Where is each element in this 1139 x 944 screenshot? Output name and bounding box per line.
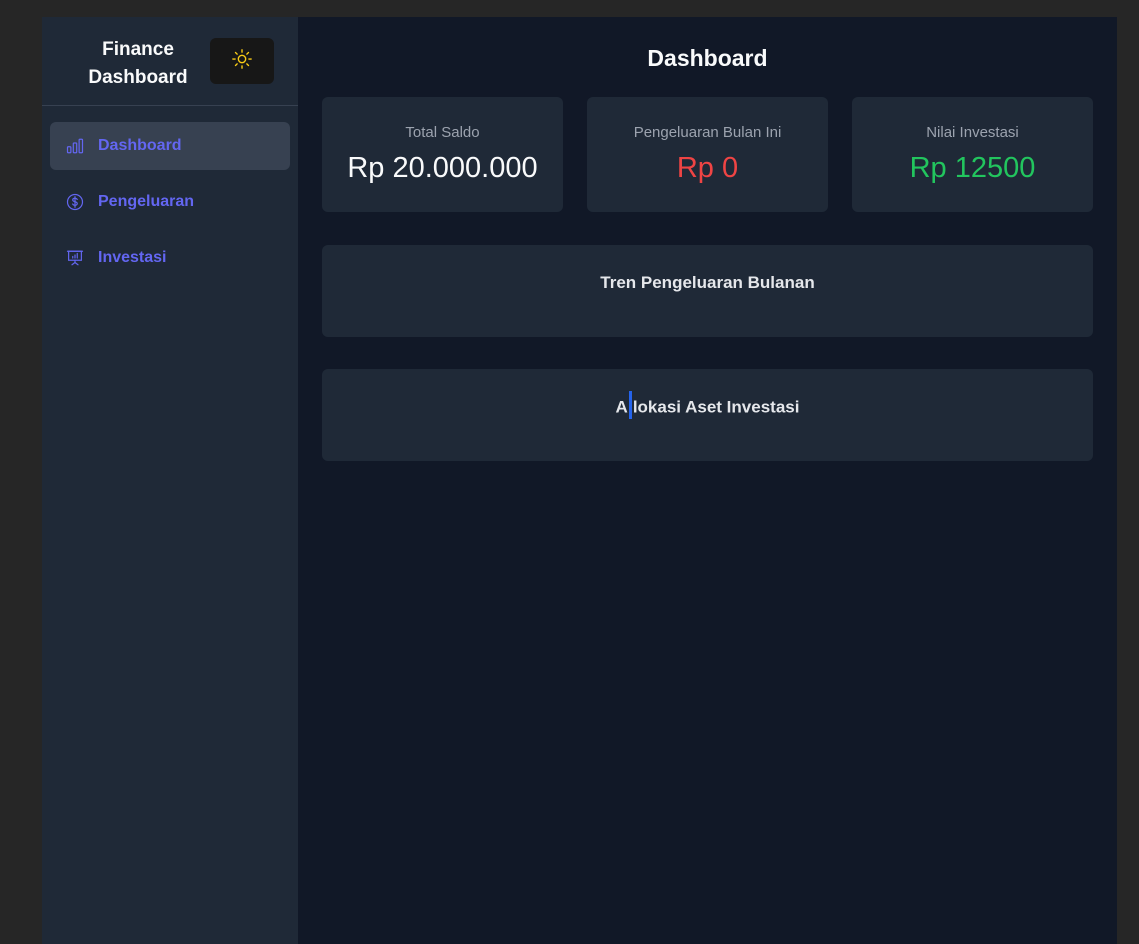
panel-title-rest: lokasi Aset Investasi	[632, 397, 800, 417]
sidebar-item-pengeluaran[interactable]: Pengeluaran	[50, 178, 290, 226]
bar-chart-icon	[66, 137, 84, 155]
card-value: Rp 20.000.000	[347, 152, 538, 184]
sun-icon	[231, 48, 253, 75]
sidebar-item-investasi[interactable]: Investasi	[50, 234, 290, 282]
card-value: Rp 0	[676, 152, 739, 184]
presentation-chart-icon	[66, 249, 84, 267]
panel-title-start: A	[615, 397, 628, 417]
card-label: Nilai Investasi	[926, 124, 1019, 141]
panel-title: Alokasi Aset Investasi	[322, 391, 1093, 419]
card-nilai-investasi: Nilai Investasi Rp 12500	[852, 97, 1093, 212]
panel-alokasi-aset: Alokasi Aset Investasi	[322, 369, 1093, 461]
dollar-circle-icon	[66, 193, 84, 211]
theme-toggle-button[interactable]	[210, 38, 274, 84]
sidebar-item-dashboard[interactable]: Dashboard	[50, 122, 290, 170]
sidebar-nav: Dashboard Pengeluaran Investasi	[42, 106, 298, 282]
text-cursor	[628, 391, 632, 419]
sidebar-item-label: Pengeluaran	[98, 193, 195, 210]
main-content: Dashboard Total Saldo Rp 20.000.000 Peng…	[298, 17, 1117, 944]
sidebar-item-label: Dashboard	[98, 137, 182, 154]
card-label: Total Saldo	[405, 124, 480, 141]
card-total-saldo: Total Saldo Rp 20.000.000	[322, 97, 563, 212]
panel-tren-pengeluaran: Tren Pengeluaran Bulanan	[322, 245, 1093, 337]
page-title: Dashboard	[647, 45, 768, 71]
app-window: Finance Dashboard Dashboard Pengeluaran …	[42, 17, 1117, 944]
card-label: Pengeluaran Bulan Ini	[633, 124, 782, 141]
sidebar: Finance Dashboard Dashboard Pengeluaran …	[42, 17, 298, 944]
brand-title: Finance Dashboard	[78, 36, 198, 92]
sidebar-header: Finance Dashboard	[42, 17, 298, 106]
brand-line-2: Dashboard	[88, 67, 188, 88]
brand-line-1: Finance	[102, 39, 174, 60]
card-pengeluaran-bulan-ini: Pengeluaran Bulan Ini Rp 0	[587, 97, 828, 212]
summary-cards: Total Saldo Rp 20.000.000 Pengeluaran Bu…	[298, 97, 1117, 212]
card-value: Rp 12500	[909, 152, 1036, 184]
panel-title: Tren Pengeluaran Bulanan	[600, 273, 815, 292]
sidebar-item-label: Investasi	[98, 249, 167, 266]
